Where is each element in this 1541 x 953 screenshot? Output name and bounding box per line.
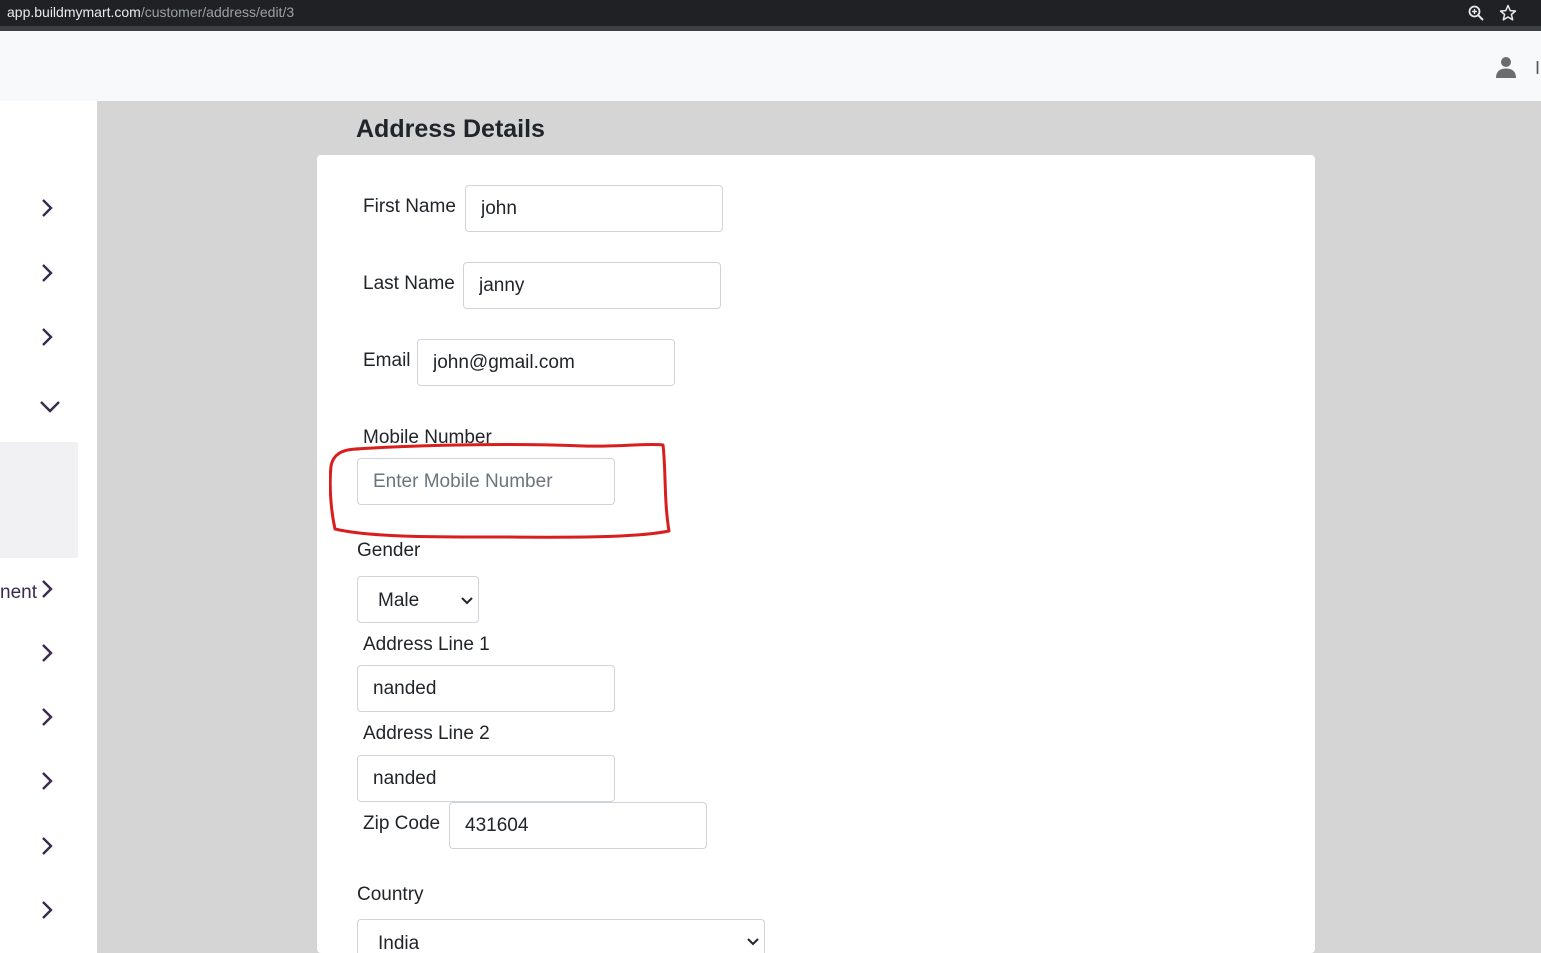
sidebar-partial-label: nent bbox=[0, 582, 37, 603]
bookmark-star-icon[interactable] bbox=[1499, 4, 1517, 22]
country-label: Country bbox=[357, 884, 424, 905]
zoom-icon[interactable] bbox=[1467, 4, 1485, 22]
gender-select[interactable]: Male bbox=[357, 576, 479, 623]
chevron-right-icon[interactable] bbox=[37, 643, 57, 663]
user-icon[interactable] bbox=[1494, 55, 1518, 79]
country-selected-value: India bbox=[378, 933, 420, 953]
chevron-right-icon[interactable] bbox=[37, 900, 57, 920]
last-name-input[interactable] bbox=[463, 262, 721, 309]
url-domain: app.buildmymart.com bbox=[7, 4, 141, 20]
chevron-right-icon[interactable] bbox=[37, 198, 57, 218]
chevron-right-icon[interactable] bbox=[37, 771, 57, 791]
url-text[interactable]: app.buildmymart.com/customer/address/edi… bbox=[7, 4, 294, 20]
gender-label: Gender bbox=[357, 540, 421, 561]
zip-code-input[interactable] bbox=[449, 802, 707, 849]
chevron-down-icon bbox=[461, 597, 473, 605]
address-line-2-input[interactable] bbox=[357, 755, 615, 802]
red-annotation-outline bbox=[329, 442, 671, 539]
chevron-right-icon[interactable] bbox=[37, 327, 57, 347]
page-title: Address Details bbox=[356, 115, 545, 143]
url-path: /customer/address/edit/3 bbox=[140, 4, 295, 20]
sidebar-active-submenu[interactable] bbox=[0, 442, 78, 558]
chevron-right-icon[interactable] bbox=[37, 263, 57, 283]
browser-url-bar: app.buildmymart.com/customer/address/edi… bbox=[0, 0, 1541, 26]
first-name-input[interactable] bbox=[465, 185, 723, 232]
chevron-right-icon[interactable] bbox=[37, 579, 57, 599]
chevron-right-icon[interactable] bbox=[37, 836, 57, 856]
country-select[interactable]: India bbox=[357, 919, 765, 953]
email-label: Email bbox=[363, 350, 411, 371]
zip-code-label: Zip Code bbox=[363, 813, 441, 834]
chevron-down-icon bbox=[747, 938, 759, 946]
email-input[interactable] bbox=[417, 339, 675, 386]
chevron-right-icon[interactable] bbox=[37, 707, 57, 727]
address-line-1-label: Address Line 1 bbox=[363, 634, 490, 655]
gender-selected-value: Male bbox=[378, 590, 420, 611]
app-header: I bbox=[0, 31, 1541, 101]
sidebar: nent bbox=[0, 101, 97, 953]
chevron-down-icon[interactable] bbox=[40, 397, 60, 417]
header-truncated-text: I bbox=[1535, 58, 1541, 78]
address-line-1-input[interactable] bbox=[357, 665, 615, 712]
last-name-label: Last Name bbox=[363, 273, 455, 294]
address-line-2-label: Address Line 2 bbox=[363, 723, 490, 744]
first-name-label: First Name bbox=[363, 196, 456, 217]
